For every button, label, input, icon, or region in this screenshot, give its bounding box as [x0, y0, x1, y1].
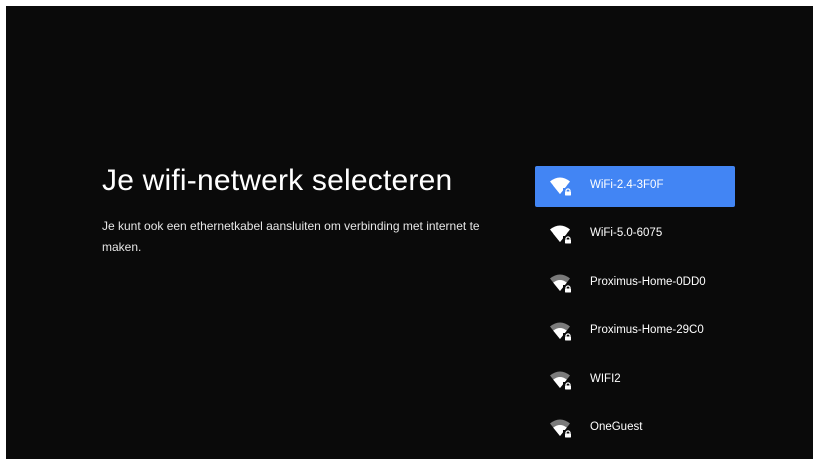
page-description: Je kunt ook een ethernetkabel aansluiten…: [102, 219, 480, 254]
network-name: WiFi-5.0-6075: [590, 227, 663, 240]
network-item[interactable]: WiFi-5.0-6075: [535, 214, 735, 255]
network-item[interactable]: Proximus-Home-29C0: [535, 311, 735, 352]
network-item[interactable]: WiFi-2.4-3F0F: [535, 166, 735, 207]
wifi-lock-icon: [550, 177, 573, 196]
wifi-lock-icon: [550, 225, 573, 245]
setup-screen: Je wifi-netwerk selecteren Je kunt ook e…: [6, 6, 813, 459]
page-title: Je wifi-netwerk selecteren: [102, 164, 453, 197]
wifi-lock-icon: [550, 274, 573, 293]
network-item[interactable]: OneGuest: [535, 408, 735, 449]
network-item[interactable]: Proximus-Home-0DD0: [535, 263, 735, 304]
network-list: WiFi-2.4-3F0F WiFi-5.0-6075 Proximus-Hom…: [535, 166, 735, 456]
wifi-lock-icon: [550, 419, 573, 438]
network-name: OneGuest: [590, 420, 643, 433]
wifi-lock-icon: [550, 322, 573, 342]
network-name: Proximus-Home-0DD0: [590, 275, 706, 288]
wifi-lock-icon: [550, 371, 573, 390]
network-name: WiFi-2.4-3F0F: [590, 179, 664, 191]
network-item[interactable]: WIFI2: [535, 360, 735, 401]
network-name: WIFI2: [590, 372, 621, 385]
network-name: Proximus-Home-29C0: [590, 324, 704, 337]
